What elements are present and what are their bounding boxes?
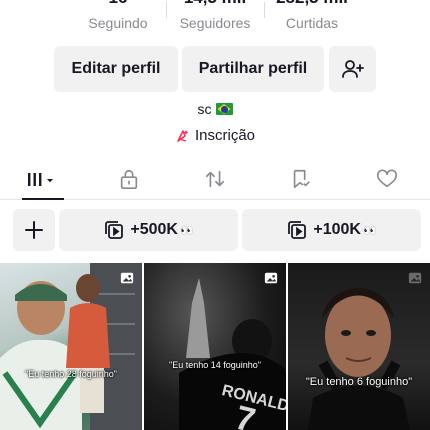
subscription-label: Inscrição	[194, 127, 256, 144]
following-label: Seguindo	[88, 15, 148, 31]
video-thumbnail[interactable]: "Eu tenho 6 foguinho"	[288, 263, 430, 430]
video-grid: "Eu tenho 28 foguinho" RONALDO 7 "Eu ten…	[0, 263, 430, 430]
profile-actions: Editar perfil Partilhar perfil	[0, 46, 430, 94]
video-caption: "Eu tenho 14 foguinho"	[169, 360, 261, 370]
subscription-link[interactable]: Inscrição	[0, 127, 430, 144]
share-profile-button[interactable]: Partilhar perfil	[182, 46, 324, 92]
video-caption: "Eu tenho 6 foguinho"	[305, 376, 413, 388]
playlist-item[interactable]: +100K 👀	[242, 209, 421, 251]
stat-followers[interactable]: 14,5 mil Seguidores	[165, 0, 265, 32]
add-user-icon	[341, 60, 364, 78]
tab-private[interactable]	[86, 158, 172, 199]
video-thumbnail[interactable]: "Eu tenho 28 foguinho"	[0, 263, 142, 430]
profile-tabs	[0, 158, 430, 200]
add-playlist-button[interactable]	[13, 209, 55, 251]
subscription-sparkle-icon	[177, 129, 189, 142]
heart-icon	[377, 168, 397, 187]
video-thumbnail-art: RONALDO 7	[179, 278, 286, 430]
tab-videos[interactable]	[0, 158, 86, 200]
video-caption: "Eu tenho 28 foguinho"	[25, 369, 117, 379]
add-friend-button[interactable]	[329, 46, 376, 92]
playlist-emoji: 👀	[362, 224, 377, 237]
favorites-icon	[293, 169, 310, 188]
profile-stats: 16 Seguindo 14,5 mil Seguidores 282,5 mi…	[0, 0, 430, 38]
playlist-item[interactable]: +500K 👀	[59, 209, 238, 251]
tab-reposts[interactable]	[172, 158, 258, 199]
pinned-photo-icon	[264, 272, 278, 284]
profile-bio: sc	[0, 101, 430, 117]
likes-label: Curtidas	[285, 15, 339, 31]
followers-count: 14,5 mil	[165, 0, 265, 8]
tab-favorites[interactable]	[258, 158, 344, 199]
video-thumbnail[interactable]: RONALDO 7 "Eu tenho 14 foguinho"	[144, 263, 286, 430]
followers-label: Seguidores	[179, 15, 251, 31]
bio-text: sc	[197, 101, 212, 117]
videos-grid-icon	[28, 172, 53, 186]
edit-profile-button[interactable]: Editar perfil	[54, 46, 178, 92]
stat-following[interactable]: 16 Seguindo	[68, 0, 168, 32]
following-count: 16	[68, 0, 168, 8]
video-thumbnail-art	[308, 288, 410, 430]
brazil-flag-icon	[215, 103, 233, 115]
pinned-photo-icon	[120, 272, 134, 284]
pinned-photo-icon	[408, 272, 422, 284]
video-thumbnail-art	[0, 263, 142, 430]
likes-count: 282,5 mil	[262, 0, 362, 8]
playlist-label: +500K	[130, 221, 178, 238]
playlist-label: +100K	[313, 221, 361, 238]
playlist-icon	[288, 221, 307, 239]
repost-icon	[205, 170, 225, 187]
tab-liked[interactable]	[344, 158, 430, 199]
lock-icon	[120, 169, 138, 189]
plus-icon	[25, 221, 43, 239]
playlist-emoji: 👀	[179, 224, 194, 237]
playlist-icon	[105, 221, 124, 239]
stat-likes: 282,5 mil Curtidas	[262, 0, 362, 32]
playlists-row: +500K 👀 +100K 👀	[0, 209, 430, 253]
